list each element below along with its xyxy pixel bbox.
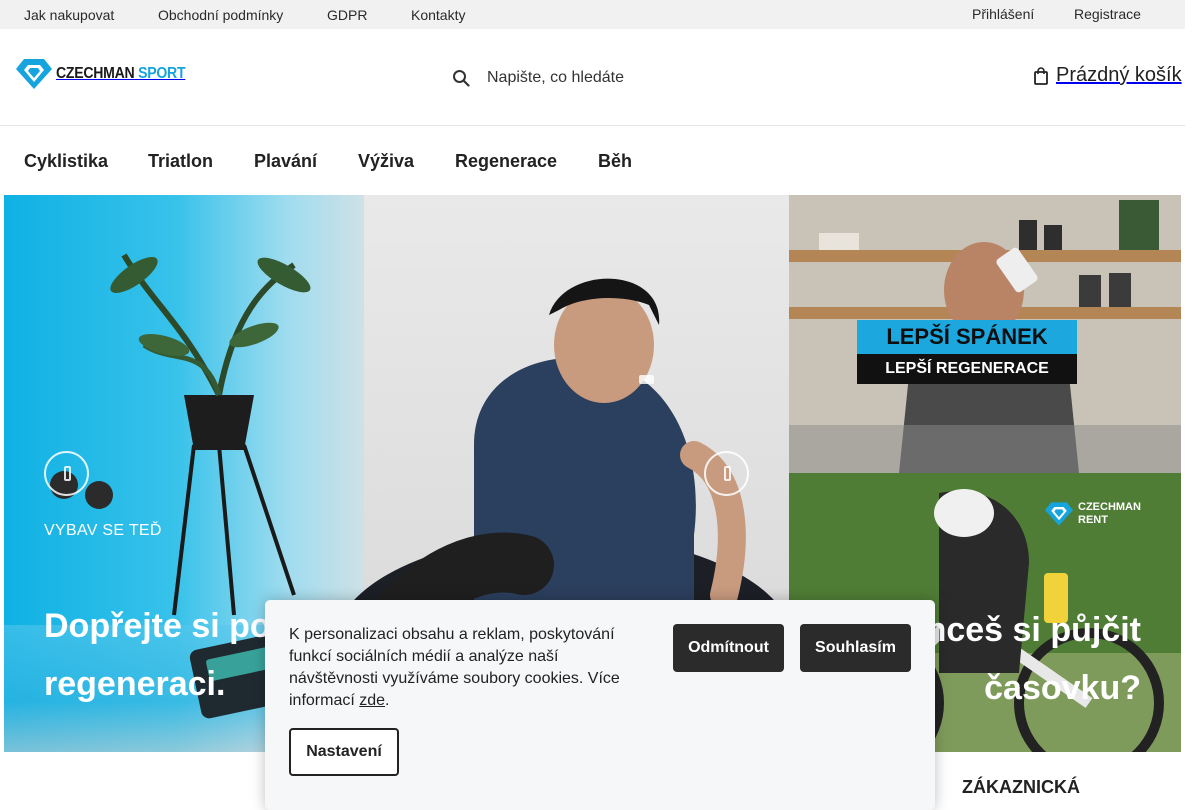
promo-sleep-line1: LEPŠÍ SPÁNEK (857, 320, 1077, 354)
nav-item-plavani[interactable]: Plavání (254, 151, 317, 172)
nav-item-cyklistika[interactable]: Cyklistika (24, 151, 108, 172)
rent-logo-line1: CZECHMAN (1078, 501, 1141, 513)
search-bar (452, 65, 727, 91)
logo-wordmark: CZECHMAN SPORT (56, 65, 186, 83)
hero-kicker: VYBAV SE TEĎ (44, 522, 162, 539)
site-header: CZECHMAN SPORT Prázdný košík (0, 29, 1185, 126)
promo-sleep-badge: LEPŠÍ SPÁNEK LEPŠÍ REGENERACE (857, 320, 1077, 384)
topbar-link-how-to-shop[interactable]: Jak nakupovat (24, 7, 114, 23)
logo-word-sport: SPORT (138, 65, 186, 82)
topbar-link-terms[interactable]: Obchodní podmínky (158, 7, 283, 23)
cookie-accept-button[interactable]: Souhlasím (800, 624, 911, 672)
promo-sleep-line2: LEPŠÍ REGENERACE (885, 360, 1049, 377)
cookie-more-info-link[interactable]: zde (359, 692, 385, 709)
logo-word-czechman: CZECHMAN (56, 65, 135, 82)
hero-next-button[interactable] (704, 451, 749, 496)
logo-diamond-icon (16, 59, 52, 89)
top-utility-bar: Jak nakupovat Obchodní podmínky GDPR Kon… (0, 0, 1185, 29)
cookie-settings-button[interactable]: Nastavení (289, 728, 399, 776)
search-input[interactable] (487, 69, 727, 87)
topbar-link-gdpr[interactable]: GDPR (327, 7, 367, 23)
main-category-nav: Cyklistika Triatlon Plavání Výživa Regen… (0, 127, 1185, 195)
hero-prev-button[interactable] (44, 451, 89, 496)
rent-logo-text: CZECHMAN RENT (1078, 501, 1141, 527)
cookie-text-end: . (385, 692, 390, 709)
hero-prev-icon (64, 466, 71, 481)
customer-section-heading: ZÁKAZNICKÁ (962, 777, 1080, 797)
login-link[interactable]: Přihlášení (972, 6, 1034, 22)
nav-item-triatlon[interactable]: Triatlon (148, 151, 213, 172)
cookie-text-body: K personalizaci obsahu a reklam, poskyto… (289, 626, 620, 709)
rent-logo-line2: RENT (1078, 514, 1108, 526)
search-icon[interactable] (452, 69, 470, 87)
topbar-link-contacts[interactable]: Kontakty (411, 7, 465, 23)
cookie-consent-dialog: K personalizaci obsahu a reklam, poskyto… (265, 600, 935, 810)
cookie-decline-button[interactable]: Odmítnout (673, 624, 784, 672)
nav-item-vyziva[interactable]: Výživa (358, 151, 414, 172)
rent-logo: CZECHMAN RENT (1045, 501, 1141, 527)
cart-label: Prázdný košík (1056, 64, 1182, 86)
rent-logo-icon (1045, 502, 1073, 526)
cookie-consent-text: K personalizaci obsahu a reklam, poskyto… (289, 624, 639, 712)
promo-banner-sleep[interactable]: LEPŠÍ SPÁNEK LEPŠÍ REGENERACE (789, 195, 1181, 473)
nav-item-beh[interactable]: Běh (598, 151, 632, 172)
nav-item-regenerace[interactable]: Regenerace (455, 151, 557, 172)
cart-button[interactable]: Prázdný košík (1034, 64, 1182, 87)
hero-next-icon (724, 466, 731, 481)
register-link[interactable]: Registrace (1074, 6, 1141, 22)
site-logo[interactable]: CZECHMAN SPORT (16, 58, 203, 90)
shopping-bag-icon (1034, 66, 1048, 85)
